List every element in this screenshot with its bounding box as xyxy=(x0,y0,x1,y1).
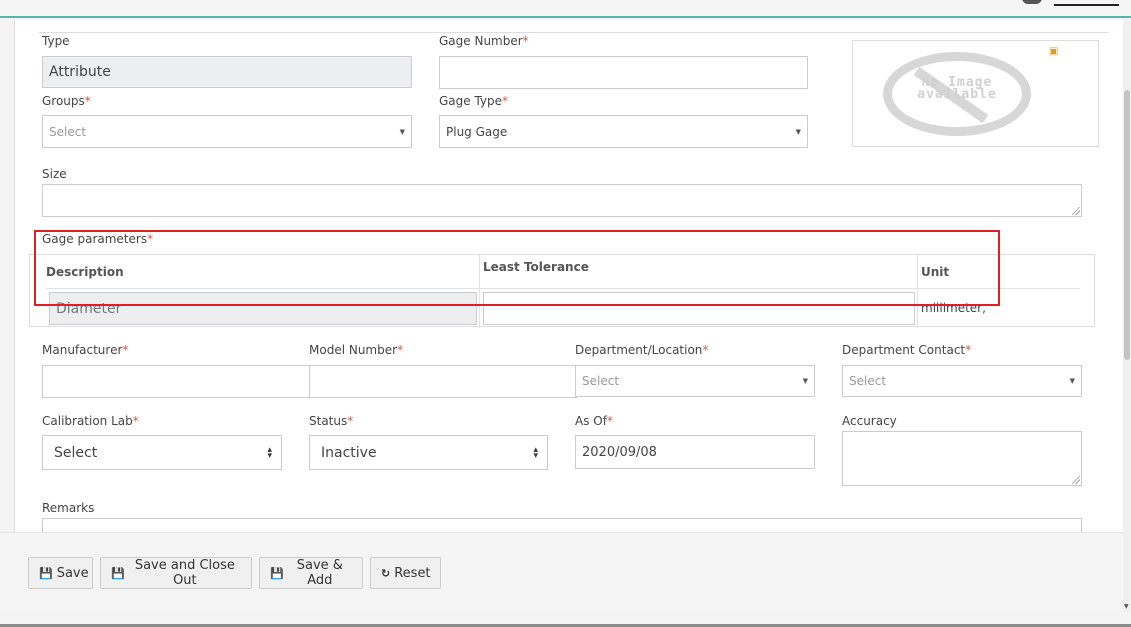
as-of-date-input[interactable]: 2020/09/08 xyxy=(575,435,815,469)
status-select[interactable]: Inactive ▴ ▾ xyxy=(309,435,548,470)
user-menu-underline[interactable] xyxy=(1054,4,1119,6)
gage-image-box[interactable]: No Image available ▣ xyxy=(852,40,1099,147)
accuracy-textarea[interactable] xyxy=(842,431,1082,486)
gage-type-label: Gage Type* xyxy=(439,94,509,108)
size-textarea[interactable] xyxy=(42,184,1082,217)
model-number-label: Model Number* xyxy=(309,343,404,357)
calibration-lab-select[interactable]: Select ▴ ▾ xyxy=(42,435,282,470)
gage-number-input[interactable] xyxy=(439,56,808,89)
save-button[interactable]: 💾 Save xyxy=(28,557,93,589)
scrollbar-thumb[interactable] xyxy=(1124,90,1130,360)
calibration-lab-label: Calibration Lab* xyxy=(42,414,139,428)
department-location-label: Department/Location* xyxy=(575,343,709,357)
gage-parameters-table: Description Least Tolerance Unit Diamete… xyxy=(29,254,1095,328)
top-divider xyxy=(39,32,1109,33)
groups-label: Groups* xyxy=(42,94,91,108)
gage-type-select[interactable]: Plug Gage ▼ xyxy=(439,115,808,148)
save-and-close-button[interactable]: 💾 Save and Close Out xyxy=(100,557,252,589)
resize-handle[interactable] xyxy=(1072,207,1080,215)
top-bar xyxy=(0,0,1131,18)
type-label: Type xyxy=(42,34,70,48)
form-footer: 💾 Save 💾 Save and Close Out 💾 Save & Add ↻ R… xyxy=(0,532,1123,612)
image-edit-icon[interactable]: ▣ xyxy=(1049,46,1058,57)
as-of-label: As Of* xyxy=(575,414,613,428)
reset-button[interactable]: ↻ Reset xyxy=(370,557,441,589)
model-number-input[interactable] xyxy=(309,365,577,398)
size-label: Size xyxy=(42,167,67,181)
manufacturer-input[interactable] xyxy=(42,365,310,398)
select-arrows-icon: ▴ ▾ xyxy=(533,444,538,461)
department-contact-label: Department Contact* xyxy=(842,343,972,357)
caret-down-icon: ▼ xyxy=(1069,377,1075,385)
scrollbar[interactable]: ▼ xyxy=(1123,20,1131,612)
select-arrows-icon: ▴ ▾ xyxy=(267,444,272,461)
accuracy-label: Accuracy xyxy=(842,414,897,428)
least-tolerance-input[interactable] xyxy=(483,292,915,325)
column-header-least-tolerance: Least Tolerance xyxy=(483,260,589,274)
caret-down-icon: ▼ xyxy=(399,127,405,136)
department-contact-select[interactable]: Select ▼ xyxy=(842,365,1082,397)
resize-handle[interactable] xyxy=(1072,476,1080,484)
refresh-icon: ↻ xyxy=(381,566,391,580)
table-row-unit: millimeter, xyxy=(921,301,986,315)
groups-select[interactable]: Select ▼ xyxy=(42,115,412,148)
caret-down-icon: ▼ xyxy=(795,127,801,136)
column-header-unit: Unit xyxy=(921,265,950,279)
gage-form-panel: Type Attribute Gage Number* No Image ava… xyxy=(14,20,1123,612)
save-and-add-button[interactable]: 💾 Save & Add xyxy=(259,557,363,589)
floppy-icon: 💾 xyxy=(39,566,53,580)
remarks-label: Remarks xyxy=(42,501,95,515)
floppy-icon: 💾 xyxy=(270,566,284,580)
column-header-description: Description xyxy=(46,265,124,279)
floppy-icon: 💾 xyxy=(111,566,125,580)
gage-number-label: Gage Number* xyxy=(439,34,529,48)
scroll-down-arrow[interactable]: ▼ xyxy=(1124,603,1129,610)
gage-parameters-label: Gage parameters* xyxy=(42,232,154,246)
table-row-description: Diameter xyxy=(49,292,477,325)
no-image-placeholder: No Image available xyxy=(883,52,1031,136)
type-field: Attribute xyxy=(42,56,412,88)
department-location-select[interactable]: Select ▼ xyxy=(575,365,815,397)
avatar[interactable] xyxy=(1022,0,1042,4)
manufacturer-label: Manufacturer* xyxy=(42,343,129,357)
caret-down-icon: ▼ xyxy=(802,377,808,385)
status-label: Status* xyxy=(309,414,354,428)
